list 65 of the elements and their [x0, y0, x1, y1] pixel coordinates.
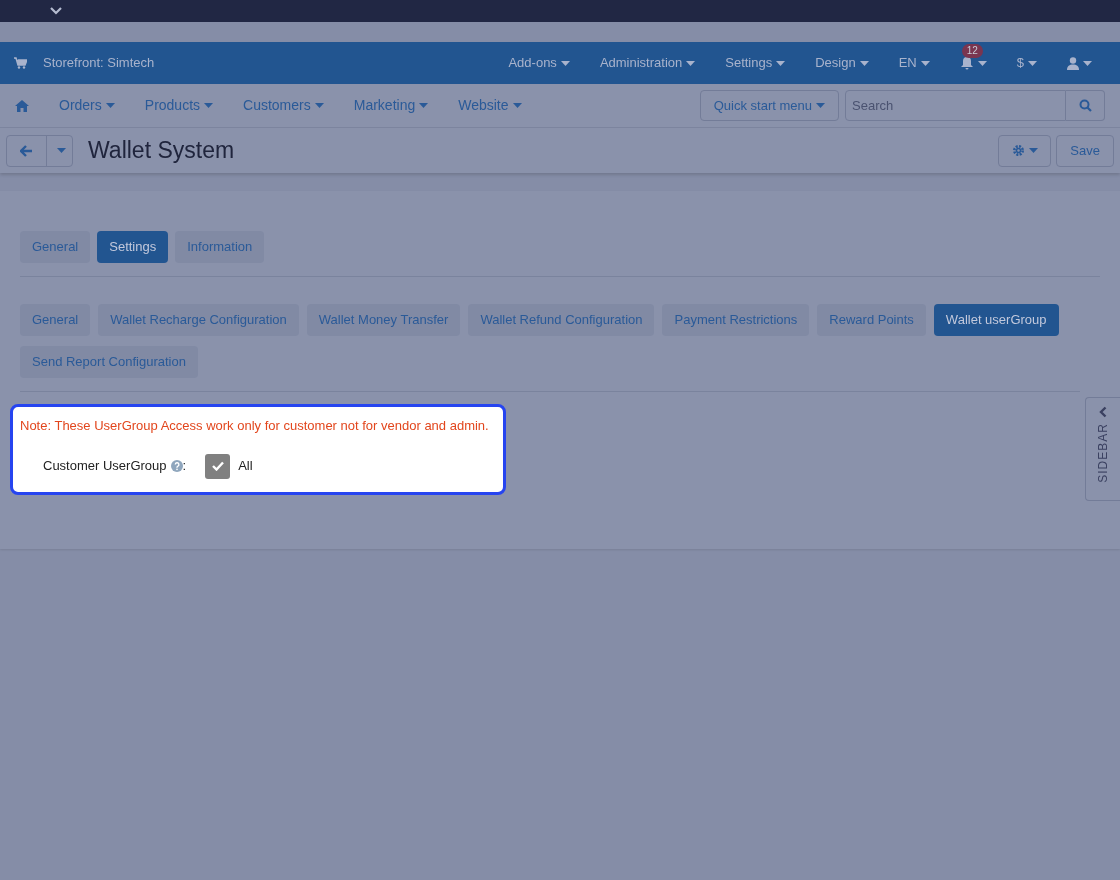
- quick-start-button[interactable]: Quick start menu: [699, 90, 839, 121]
- cart-icon: [14, 57, 27, 69]
- subtab[interactable]: Wallet Refund Configuration: [468, 304, 655, 336]
- gear-icon: [1011, 144, 1025, 157]
- user-icon: [1067, 56, 1079, 70]
- subtab[interactable]: Wallet userGroup: [933, 304, 1059, 336]
- search-field[interactable]: Search: [845, 90, 1066, 121]
- header-menu[interactable]: Administration: [599, 53, 696, 73]
- caret-icon: [920, 60, 930, 66]
- caret-icon: [204, 103, 214, 108]
- caret-icon: [686, 60, 696, 66]
- caret-icon: [776, 60, 786, 66]
- subtab[interactable]: General: [20, 304, 91, 336]
- subtab[interactable]: Payment Restrictions: [662, 304, 810, 336]
- chevron-down-icon[interactable]: [50, 7, 62, 15]
- caret-icon: [560, 60, 570, 66]
- caret-icon: [57, 148, 66, 153]
- subtab[interactable]: Reward Points: [817, 304, 926, 336]
- search-button[interactable]: [1066, 90, 1105, 121]
- caret-icon: [1083, 60, 1092, 66]
- subtab[interactable]: Wallet Recharge Configuration: [98, 304, 299, 336]
- tab[interactable]: Settings: [97, 231, 169, 263]
- field-label: Customer UserGroup: [43, 457, 167, 476]
- subtab[interactable]: Send Report Configuration: [20, 346, 198, 378]
- note-text: Note: These UserGroup Access work only for customer not for vendor and admin.: [20, 417, 490, 435]
- checkbox-label: All: [238, 457, 253, 476]
- notifications-button[interactable]: [959, 56, 987, 70]
- arrow-left-icon: [20, 144, 33, 157]
- tab[interactable]: Information: [175, 231, 265, 263]
- header-menu[interactable]: Add-ons: [508, 53, 570, 73]
- bell-icon: [959, 56, 974, 70]
- chevron-left-icon: [1099, 406, 1107, 418]
- search-icon: [1078, 99, 1092, 112]
- save-button[interactable]: Save: [1056, 134, 1114, 167]
- caret-icon: [314, 103, 324, 108]
- nav-menu[interactable]: Marketing: [353, 95, 429, 116]
- storefront-link[interactable]: Storefront: Simtech: [43, 53, 155, 73]
- user-menu[interactable]: [1067, 56, 1092, 70]
- nav-menu[interactable]: Website: [458, 95, 522, 116]
- sidebar-tab[interactable]: SIDEBAR: [1085, 397, 1120, 501]
- caret-icon: [512, 103, 522, 108]
- colon-text: :: [182, 457, 187, 476]
- nav-menu[interactable]: Customers: [243, 95, 324, 116]
- caret-icon: [977, 60, 987, 66]
- subtab[interactable]: Wallet Money Transfer: [306, 304, 461, 336]
- nav-menu[interactable]: Orders: [59, 95, 115, 116]
- page-title: Wallet System: [88, 136, 235, 166]
- settings-button[interactable]: [998, 134, 1052, 167]
- caret-icon: [105, 103, 115, 108]
- home-icon[interactable]: [15, 99, 29, 112]
- caret-icon: [816, 103, 825, 108]
- currency-menu[interactable]: $: [1016, 53, 1037, 73]
- caret-icon: [419, 103, 429, 108]
- header-menu[interactable]: Settings: [725, 53, 786, 73]
- caret-icon: [859, 60, 869, 66]
- tab[interactable]: General: [20, 231, 91, 263]
- nav-menu[interactable]: Products: [144, 95, 214, 116]
- caret-icon: [1028, 148, 1038, 153]
- notification-count: 12: [961, 44, 983, 58]
- all-checkbox[interactable]: [205, 453, 231, 479]
- header-menu[interactable]: Design: [815, 53, 869, 73]
- caret-icon: [1028, 60, 1037, 66]
- check-icon: [211, 461, 224, 471]
- header-menu[interactable]: EN: [898, 53, 930, 73]
- help-icon: [170, 460, 183, 472]
